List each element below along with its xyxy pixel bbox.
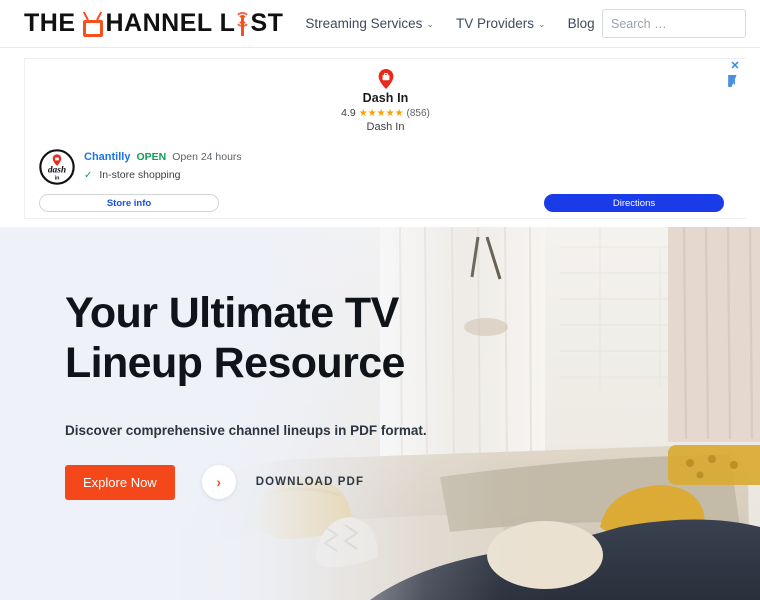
logo-text-st: ST <box>250 9 284 37</box>
review-count: (856) <box>406 107 430 119</box>
nav-label: Streaming Services <box>305 16 423 31</box>
check-icon: ✓ <box>84 169 93 181</box>
chevron-right-icon: › <box>216 474 222 491</box>
store-hours: Open 24 hours <box>172 151 242 163</box>
ad-rating: 4.9 ★★★★★ (856) <box>25 107 746 119</box>
search-box[interactable] <box>602 9 760 38</box>
chevron-down-icon: ⌄ <box>538 19 546 29</box>
hero-actions: Explore Now › DOWNLOAD PDF <box>65 464 427 500</box>
search-input[interactable] <box>611 16 760 31</box>
site-logo[interactable]: THE HANNEL L ST <box>24 11 283 37</box>
ad-title[interactable]: Dash In <box>25 91 746 105</box>
hero-subtitle: Discover comprehensive channel lineups i… <box>65 422 427 438</box>
star-icons: ★★★★★ <box>358 107 404 119</box>
ad-card: ✕ Dash In 4.9 ★★★★★ (856) Dash In dash i… <box>24 58 746 219</box>
hero-section: Your Ultimate TV Lineup Resource Discove… <box>0 227 760 600</box>
svg-text:in: in <box>55 176 60 182</box>
chevron-down-icon: ⌄ <box>426 19 434 29</box>
chevron-right-icon-circle[interactable]: › <box>201 465 236 500</box>
nav-item-streaming-services[interactable]: Streaming Services ⌄ <box>305 16 434 31</box>
advertisement-block: ✕ Dash In 4.9 ★★★★★ (856) Dash In dash i… <box>0 48 760 227</box>
store-line-feature: ✓ In-store shopping <box>84 169 242 181</box>
page-title: Your Ultimate TV Lineup Resource <box>65 289 405 387</box>
adchoices-icon[interactable] <box>728 75 742 87</box>
ad-action-buttons: Store info Directions <box>25 194 746 212</box>
map-pin-icon <box>378 69 393 89</box>
ad-store-row: dash in Chantilly OPEN Open 24 hours ✓ I… <box>25 149 746 185</box>
close-icon[interactable]: ✕ <box>730 61 739 72</box>
logo-text-the: THE <box>24 9 76 37</box>
store-location-link[interactable]: Chantilly <box>84 151 130 163</box>
ad-subtitle: Dash In <box>366 121 405 133</box>
download-pdf-button[interactable]: › DOWNLOAD PDF <box>201 465 365 500</box>
hero-content: Your Ultimate TV Lineup Resource Discove… <box>65 289 427 500</box>
ad-controls: ✕ <box>728 61 742 87</box>
download-pdf-label: DOWNLOAD PDF <box>255 476 365 489</box>
nav-item-tv-providers[interactable]: TV Providers ⌄ <box>456 16 546 31</box>
store-feature-label: In-store shopping <box>99 169 181 181</box>
explore-now-button[interactable]: Explore Now <box>65 464 175 500</box>
rating-value: 4.9 <box>341 107 356 119</box>
nav-label: TV Providers <box>455 16 535 31</box>
svg-text:dash: dash <box>48 165 66 175</box>
ad-header: Dash In 4.9 ★★★★★ (856) Dash In <box>25 67 746 133</box>
store-info-button[interactable]: Store info <box>39 194 219 212</box>
site-header: THE HANNEL L ST Streaming Services ⌄ TV … <box>0 0 760 48</box>
tv-icon <box>81 11 105 37</box>
nav-item-blog[interactable]: Blog <box>568 16 595 31</box>
dash-in-logo: dash in <box>39 149 75 185</box>
nav-label: Blog <box>567 16 595 31</box>
broadcast-signal-icon <box>235 11 251 36</box>
directions-button[interactable]: Directions <box>544 194 724 212</box>
store-status-badge: OPEN <box>136 151 167 163</box>
logo-text-hannel-l: HANNEL L <box>105 9 236 37</box>
main-navigation: Streaming Services ⌄ TV Providers ⌄ Blog <box>305 16 594 31</box>
store-details: Chantilly OPEN Open 24 hours ✓ In-store … <box>84 149 242 181</box>
store-line-primary: Chantilly OPEN Open 24 hours <box>84 151 242 163</box>
